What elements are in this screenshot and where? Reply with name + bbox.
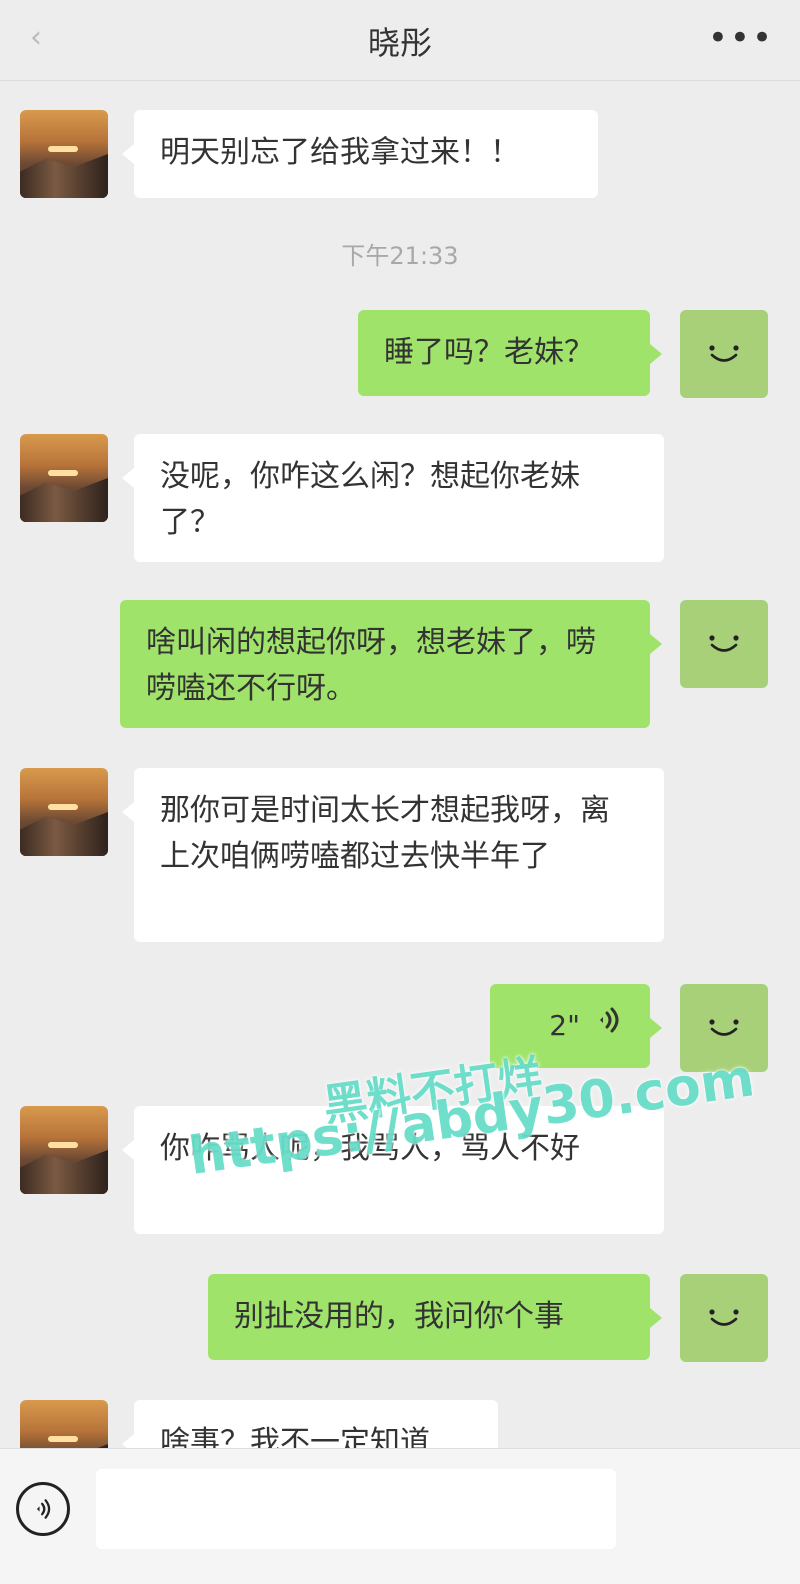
message-list[interactable]: 明天别忘了给我拿过来！！ 下午21:33 睡了吗？老妹？ 没呢，你咋这么闲？想起… [0,80,800,1448]
chat-header: ‹ 晓彤 ••• [0,0,800,81]
smiley-icon[interactable] [680,310,768,398]
voice-duration: 2" [549,1009,580,1042]
voice-icon[interactable] [16,1482,70,1536]
input-bar [0,1448,800,1584]
contact-avatar[interactable] [20,768,108,856]
message-bubble-outgoing[interactable]: 别扯没用的，我问你个事 [208,1274,662,1360]
contact-avatar[interactable] [20,1106,108,1194]
message-bubble-incoming[interactable]: 明天别忘了给我拿过来！！ [122,110,598,198]
contact-avatar[interactable] [20,434,108,522]
message-input[interactable] [96,1469,616,1549]
contact-avatar[interactable] [20,110,108,198]
message-bubble-outgoing[interactable]: 睡了吗？老妹？ [358,310,662,396]
voice-wave-icon [594,1003,624,1049]
message-bubble-incoming[interactable]: 那你可是时间太长才想起我呀，离上次咱俩唠嗑都过去快半年了 [122,768,664,942]
message-bubble-incoming[interactable]: 没呢，你咋这么闲？想起你老妹了？ [122,434,664,562]
more-dots-icon[interactable]: ••• [708,18,774,58]
message-timestamp: 下午21:33 [341,242,459,270]
smiley-icon[interactable] [680,600,768,688]
contact-avatar[interactable] [20,1400,108,1448]
smiley-icon[interactable] [680,1274,768,1362]
message-bubble-outgoing[interactable]: 啥叫闲的想起你呀，想老妹了，唠唠嗑还不行呀。 [120,600,662,728]
chat-title: 晓彤 [367,24,432,62]
message-bubble-incoming[interactable]: 啥事？我不一定知道 [122,1400,498,1448]
